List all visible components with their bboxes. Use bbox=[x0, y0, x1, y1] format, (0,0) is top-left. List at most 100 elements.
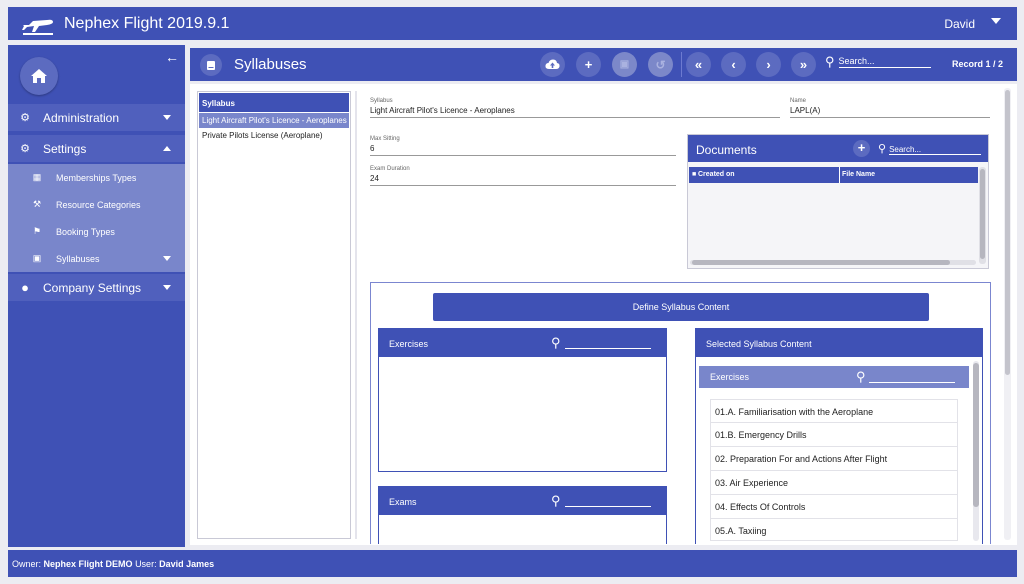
app-title: Nephex Flight 2019.9.1 bbox=[64, 14, 230, 32]
search-icon: ⚲ bbox=[878, 143, 887, 155]
add-document-button[interactable]: + bbox=[853, 140, 870, 157]
previous-record-button[interactable]: ‹ bbox=[721, 52, 746, 77]
column-header-file-name[interactable]: File Name bbox=[839, 167, 875, 183]
exam-duration-input[interactable]: 24 bbox=[370, 174, 676, 186]
exams-panel: Exams ⚲ bbox=[378, 486, 667, 544]
home-button[interactable] bbox=[20, 57, 58, 95]
user-label: User: bbox=[135, 559, 157, 569]
sidebar-item-memberships-types[interactable]: ▦ Memberships Types bbox=[8, 164, 185, 191]
exams-search-input[interactable] bbox=[564, 493, 651, 507]
main-scrollbar[interactable] bbox=[1004, 88, 1011, 540]
last-record-button[interactable]: » bbox=[791, 52, 816, 77]
list-item[interactable]: 04. Effects Of Controls bbox=[710, 495, 958, 519]
list-item[interactable]: 01.A. Familiarisation with the Aeroplane bbox=[710, 399, 958, 423]
owner-label: Owner: bbox=[12, 559, 42, 569]
double-chevron-right-icon: » bbox=[799, 57, 808, 72]
documents-panel: Documents + ⚲ Search... ■ Created on Fil… bbox=[687, 134, 989, 269]
search-input[interactable]: Search... bbox=[838, 56, 931, 68]
selected-content-panel: Selected Syllabus Content Exercises ⚲ 01… bbox=[695, 328, 983, 544]
splitter[interactable] bbox=[355, 91, 357, 539]
gear-icon: ⚙ bbox=[20, 112, 30, 124]
chevron-up-icon bbox=[163, 146, 171, 151]
name-input[interactable]: LAPL(A) bbox=[790, 106, 990, 118]
exam-duration-field: Exam Duration 24 bbox=[370, 166, 676, 186]
list-item[interactable]: 01.B. Emergency Drills bbox=[710, 423, 958, 447]
sidebar-item-resource-categories[interactable]: ⚒ Resource Categories bbox=[8, 191, 185, 218]
documents-scrollbar-horizontal[interactable] bbox=[690, 260, 976, 265]
add-button[interactable]: + bbox=[576, 52, 601, 77]
exercises-title: Exercises bbox=[389, 339, 429, 349]
list-item[interactable]: Private Pilots License (Aeroplane) bbox=[199, 128, 349, 143]
sidebar-item-booking-types[interactable]: ⚑ Booking Types bbox=[8, 218, 185, 245]
search-icon: ⚲ bbox=[825, 54, 835, 69]
record-counter: Record 1 / 2 bbox=[951, 59, 1003, 69]
documents-search-input[interactable]: Search... bbox=[889, 145, 982, 155]
search-icon: ⚲ bbox=[551, 493, 561, 508]
chevron-down-icon bbox=[163, 115, 171, 120]
documents-table-header: ■ Created on File Name bbox=[689, 167, 978, 183]
sidebar-item-syllabuses[interactable]: ▣ Syllabuses bbox=[8, 245, 185, 272]
exercises-panel: Exercises ⚲ bbox=[378, 328, 667, 472]
calendar-icon: ▦ bbox=[32, 172, 42, 182]
sidebar-item-company-settings[interactable]: ● Company Settings bbox=[8, 274, 185, 301]
chevron-down-icon bbox=[163, 285, 171, 290]
selected-content-title: Selected Syllabus Content bbox=[706, 339, 812, 349]
chevron-down-icon[interactable] bbox=[991, 18, 1001, 24]
sidebar: ← ⚙ Administration ⚙ Settings ▦ Membersh… bbox=[8, 45, 185, 547]
search-icon: ⚲ bbox=[856, 369, 866, 384]
list-item[interactable]: 05.A. Taxiing bbox=[710, 519, 958, 541]
undo-icon: ↺ bbox=[655, 57, 666, 72]
column-header-created-on[interactable]: Created on bbox=[698, 171, 735, 178]
next-record-button[interactable]: › bbox=[756, 52, 781, 77]
documents-title: Documents bbox=[696, 143, 757, 157]
save-button[interactable]: ▣ bbox=[612, 52, 637, 77]
selected-exercises-title: Exercises bbox=[710, 372, 750, 382]
syllabus-input[interactable]: Light Aircraft Pilot's Licence - Aeropla… bbox=[370, 106, 780, 118]
user-menu[interactable]: David bbox=[944, 17, 975, 31]
list-item[interactable]: 02. Preparation For and Actions After Fl… bbox=[710, 447, 958, 471]
arrow-left-icon[interactable]: ← bbox=[165, 49, 179, 65]
sidebar-item-label: Settings bbox=[43, 141, 87, 156]
documents-header: Documents + ⚲ Search... bbox=[688, 135, 988, 162]
double-chevron-left-icon: « bbox=[694, 57, 703, 72]
page-title: Syllabuses bbox=[234, 56, 307, 73]
field-label: Syllabus bbox=[370, 98, 393, 104]
wrench-icon: ⚒ bbox=[32, 199, 42, 209]
exercises-search-input[interactable] bbox=[564, 335, 651, 349]
cloud-upload-icon bbox=[545, 59, 560, 69]
upload-button[interactable] bbox=[540, 52, 565, 77]
list-header: Syllabus bbox=[199, 93, 349, 112]
max-sitting-input[interactable]: 6 bbox=[370, 144, 676, 156]
list-item[interactable]: Light Aircraft Pilot's Licence - Aeropla… bbox=[199, 113, 349, 128]
first-record-button[interactable]: « bbox=[686, 52, 711, 77]
save-icon: ▣ bbox=[619, 59, 630, 70]
selected-content-scrollbar[interactable] bbox=[973, 361, 979, 541]
chevron-right-icon: › bbox=[766, 57, 771, 72]
selected-exercises-header: Exercises ⚲ bbox=[699, 366, 969, 388]
undo-button[interactable]: ↺ bbox=[648, 52, 673, 77]
sidebar-item-administration[interactable]: ⚙ Administration bbox=[8, 104, 185, 131]
user-value: David James bbox=[159, 559, 215, 569]
field-label: Exam Duration bbox=[370, 166, 410, 172]
book-icon: ▣ bbox=[32, 253, 42, 263]
sidebar-item-label: Resource Categories bbox=[56, 199, 141, 210]
syllabus-list: Syllabus Light Aircraft Pilot's Licence … bbox=[197, 91, 351, 539]
list-item[interactable]: 03. Air Experience bbox=[710, 471, 958, 495]
syllabus-field: Syllabus Light Aircraft Pilot's Licence … bbox=[370, 98, 780, 118]
sidebar-item-label: Syllabuses bbox=[56, 253, 100, 264]
sidebar-item-label: Booking Types bbox=[56, 226, 115, 237]
sidebar-item-settings[interactable]: ⚙ Settings bbox=[8, 135, 185, 162]
sidebar-item-label: Memberships Types bbox=[56, 172, 137, 183]
airplane-logo-icon bbox=[20, 12, 56, 36]
max-sitting-field: Max Sitting 6 bbox=[370, 136, 676, 156]
selected-exercises-search-input[interactable] bbox=[868, 369, 955, 383]
documents-scrollbar-vertical[interactable] bbox=[979, 167, 986, 264]
exams-title: Exams bbox=[389, 497, 417, 507]
header-search: ⚲ Search... bbox=[825, 55, 931, 68]
define-syllabus-content-button[interactable]: Define Syllabus Content bbox=[433, 293, 929, 321]
users-icon: ● bbox=[21, 280, 29, 295]
owner-value: Nephex Flight DEMO bbox=[43, 559, 133, 569]
search-icon: ⚲ bbox=[551, 335, 561, 350]
field-label: Max Sitting bbox=[370, 136, 400, 142]
field-label: Name bbox=[790, 98, 807, 104]
